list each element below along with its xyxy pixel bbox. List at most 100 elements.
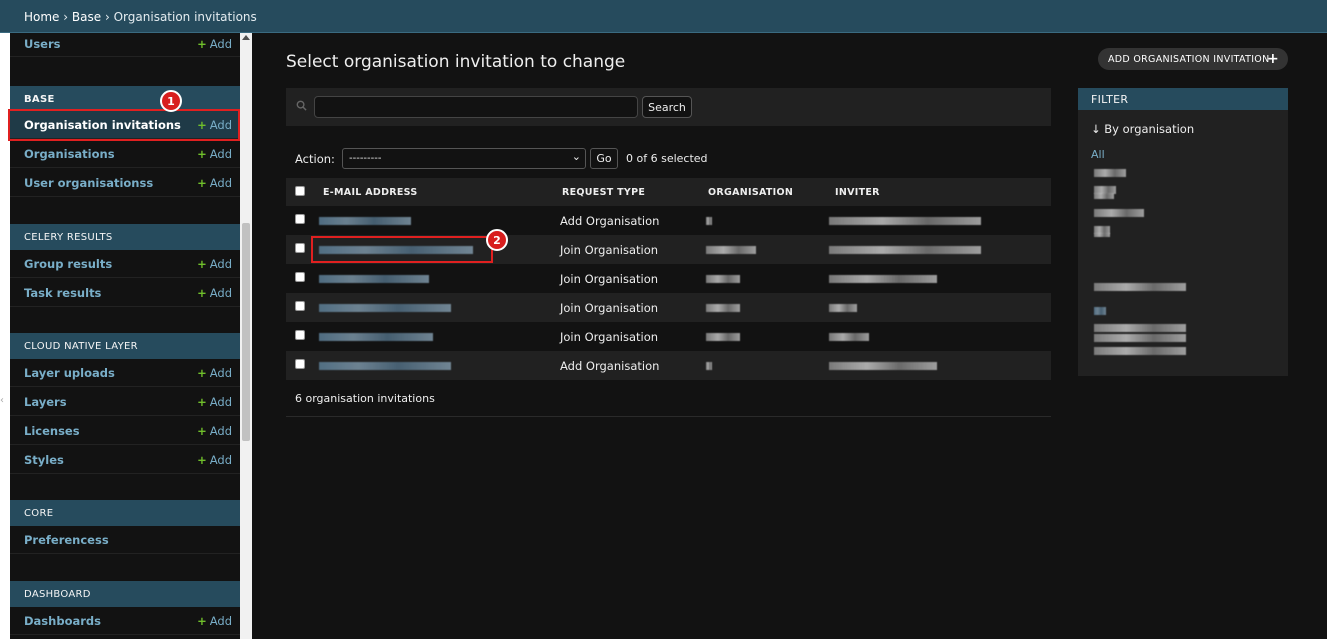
- column-header-email[interactable]: E-MAIL ADDRESS: [323, 187, 418, 198]
- request-type-cell: Add Organisation: [560, 359, 660, 373]
- organisation-redacted: [706, 246, 756, 254]
- breadcrumb-home[interactable]: Home: [24, 10, 59, 24]
- sidebar-item-preferencess[interactable]: Preferencess: [10, 526, 240, 554]
- sidebar-item-styles[interactable]: Styles + Add: [10, 446, 240, 474]
- organisation-redacted: [706, 217, 712, 225]
- filter-option-redacted[interactable]: [1094, 324, 1186, 332]
- breadcrumb-current: Organisation invitations: [113, 10, 257, 24]
- row-checkbox[interactable]: [295, 243, 305, 253]
- sidebar-scrollbar[interactable]: [240, 33, 252, 639]
- filter-option-redacted[interactable]: [1094, 193, 1114, 199]
- request-type-cell: Join Organisation: [560, 301, 659, 315]
- add-organisation-invitation-button[interactable]: ADD ORGANISATION INVITATION +: [1098, 48, 1288, 70]
- plus-icon: +: [197, 395, 207, 409]
- sidebar-add-layers[interactable]: + Add: [197, 395, 232, 409]
- filter-option-redacted[interactable]: [1094, 307, 1106, 315]
- sidebar-add-organisations[interactable]: + Add: [197, 147, 232, 161]
- filter-option-all[interactable]: All: [1091, 148, 1105, 161]
- scrollbar-thumb[interactable]: [242, 223, 250, 441]
- step-badge-2: 2: [486, 229, 508, 251]
- organisation-redacted: [706, 362, 712, 370]
- column-header-request-type[interactable]: REQUEST TYPE: [562, 187, 645, 198]
- sidebar-item-label[interactable]: Dashboards: [24, 614, 101, 628]
- sidebar-add-layer-uploads[interactable]: + Add: [197, 366, 232, 380]
- changelist-search-toolbar: Search: [286, 88, 1051, 126]
- table-row: Join Organisation: [286, 322, 1051, 351]
- sidebar-item-user-organisationss[interactable]: User organisationss + Add: [10, 169, 240, 197]
- column-header-inviter[interactable]: INVITER: [835, 187, 880, 198]
- row-checkbox[interactable]: [295, 272, 305, 282]
- filter-option-redacted[interactable]: [1094, 347, 1186, 355]
- breadcrumb-base[interactable]: Base: [72, 10, 101, 24]
- scroll-up-arrow-icon[interactable]: [242, 35, 250, 40]
- filter-option-redacted[interactable]: [1094, 169, 1126, 177]
- plus-icon: +: [197, 176, 207, 190]
- search-input[interactable]: [314, 96, 638, 118]
- sidebar-add-user-organisationss[interactable]: + Add: [197, 176, 232, 190]
- breadcrumb-separator: ›: [63, 10, 69, 24]
- sidebar-item-layers[interactable]: Layers + Add: [10, 388, 240, 416]
- filter-option-redacted[interactable]: [1094, 209, 1144, 217]
- divider: [286, 416, 1051, 417]
- sidebar-item-label[interactable]: Task results: [24, 286, 101, 300]
- sidebar-item-label[interactable]: Users: [24, 37, 61, 51]
- sidebar-toggle-icon[interactable]: ‹: [0, 395, 4, 406]
- email-link-redacted[interactable]: [319, 362, 451, 370]
- highlight-box-1: [8, 109, 240, 141]
- email-link-redacted[interactable]: [319, 275, 429, 283]
- email-link-redacted[interactable]: [319, 304, 451, 312]
- inviter-redacted: [829, 333, 869, 341]
- sidebar-item-label[interactable]: Preferencess: [24, 533, 109, 547]
- search-button[interactable]: Search: [642, 96, 692, 118]
- plus-icon: +: [197, 286, 207, 300]
- sidebar-item-label[interactable]: Group results: [24, 257, 112, 271]
- row-checkbox[interactable]: [295, 214, 305, 224]
- search-icon: [296, 100, 307, 111]
- sidebar-item-dashboards[interactable]: Dashboards + Add: [10, 607, 240, 635]
- inviter-redacted: [829, 304, 857, 312]
- filter-option-redacted[interactable]: [1094, 283, 1186, 291]
- changelist-filter: FILTER ↓ By organisation All: [1078, 88, 1288, 376]
- sidebar-item-licenses[interactable]: Licenses + Add: [10, 417, 240, 445]
- sidebar-item-group-results[interactable]: Group results + Add: [10, 250, 240, 278]
- sidebar-add-styles[interactable]: + Add: [197, 453, 232, 467]
- sidebar-item-label[interactable]: Layers: [24, 395, 67, 409]
- sidebar-item-task-results[interactable]: Task results + Add: [10, 279, 240, 307]
- sidebar-section-celery-results: CELERY RESULTS: [10, 224, 240, 250]
- row-checkbox[interactable]: [295, 301, 305, 311]
- filter-by-organisation[interactable]: ↓ By organisation: [1091, 122, 1194, 136]
- sidebar-item-users[interactable]: Users + Add: [10, 33, 240, 57]
- page-title: Select organisation invitation to change: [286, 52, 626, 72]
- row-checkbox[interactable]: [295, 359, 305, 369]
- selection-counter: 0 of 6 selected: [626, 152, 708, 165]
- sidebar-item-label[interactable]: Layer uploads: [24, 366, 115, 380]
- plus-icon: +: [197, 147, 207, 161]
- request-type-cell: Add Organisation: [560, 214, 660, 228]
- email-link-redacted[interactable]: [319, 217, 411, 225]
- organisation-redacted: [706, 333, 740, 341]
- table-row: Add Organisation: [286, 351, 1051, 380]
- sidebar-item-organisations[interactable]: Organisations + Add: [10, 140, 240, 168]
- row-checkbox[interactable]: [295, 330, 305, 340]
- sidebar-item-label[interactable]: Styles: [24, 453, 64, 467]
- sidebar-item-layer-uploads[interactable]: Layer uploads + Add: [10, 359, 240, 387]
- column-header-organisation[interactable]: ORGANISATION: [708, 187, 793, 198]
- sidebar-item-label[interactable]: Licenses: [24, 424, 80, 438]
- select-all-checkbox[interactable]: [295, 186, 305, 196]
- inviter-redacted: [829, 275, 937, 283]
- plus-icon: +: [197, 614, 207, 628]
- email-link-redacted[interactable]: [319, 333, 433, 341]
- sidebar-add-users[interactable]: + Add: [197, 37, 232, 51]
- filter-option-redacted[interactable]: [1094, 334, 1186, 342]
- sidebar-item-label[interactable]: Organisations: [24, 147, 115, 161]
- go-button[interactable]: Go: [590, 148, 618, 169]
- sidebar-add-dashboards[interactable]: + Add: [197, 614, 232, 628]
- sidebar-item-label[interactable]: User organisationss: [24, 176, 153, 190]
- action-select[interactable]: --------- ⌄: [342, 148, 586, 169]
- sidebar-add-licenses[interactable]: + Add: [197, 424, 232, 438]
- filter-option-redacted[interactable]: [1094, 233, 1110, 237]
- sidebar-add-group-results[interactable]: + Add: [197, 257, 232, 271]
- inviter-redacted: [829, 246, 981, 254]
- sidebar-add-task-results[interactable]: + Add: [197, 286, 232, 300]
- filter-title: FILTER: [1078, 88, 1288, 110]
